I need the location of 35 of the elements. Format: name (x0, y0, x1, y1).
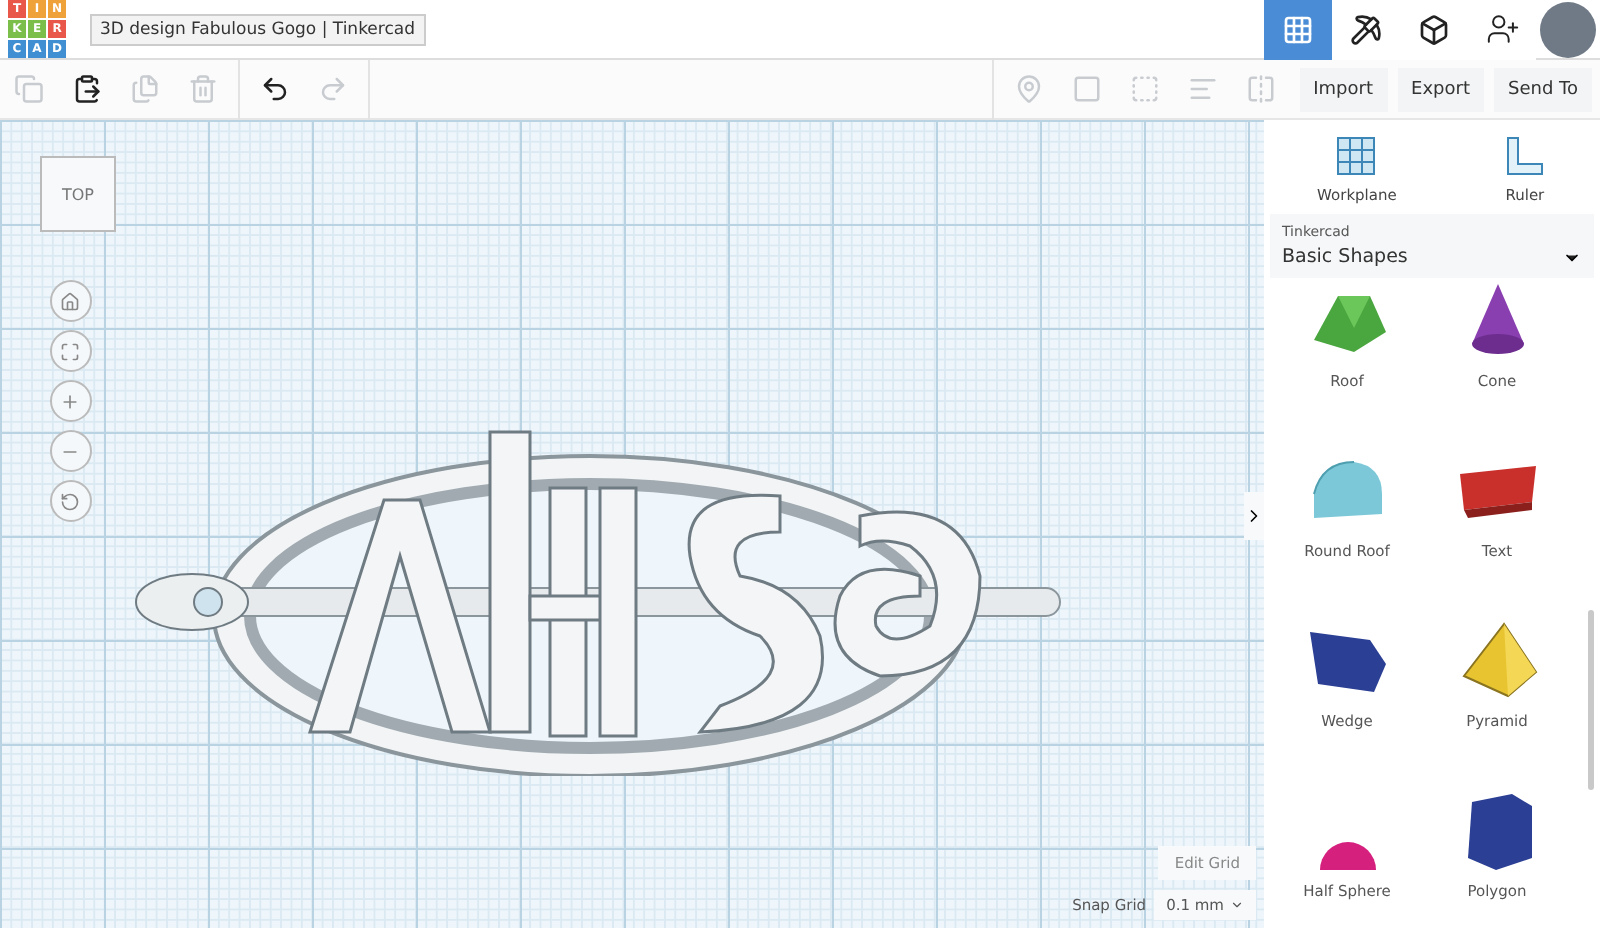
fit-button[interactable] (49, 330, 91, 372)
avatar[interactable] (1540, 1, 1596, 57)
square-icon (1129, 74, 1160, 104)
ruler-icon (1502, 134, 1547, 178)
add-user-icon (1485, 12, 1519, 46)
duplicate-icon (130, 74, 160, 104)
action-button[interactable]: Import (1299, 67, 1388, 111)
pin-icon (1013, 74, 1044, 104)
undo-icon (260, 74, 290, 104)
scrollbar[interactable] (1588, 610, 1594, 790)
redo-icon (318, 74, 348, 104)
view-cube[interactable]: TOP (40, 156, 116, 232)
tab-tooltip: 3D design Fabulous Gogo | Tinkercad (90, 13, 425, 45)
pickaxe-icon (1350, 13, 1382, 45)
fit-icon (60, 341, 80, 361)
copy-icon (14, 74, 44, 104)
zoom-in-button[interactable] (49, 380, 91, 422)
collapse-panel-button[interactable] (1244, 492, 1264, 540)
rotate-icon (60, 491, 80, 511)
trash-icon (188, 74, 218, 104)
mirror-icon (1245, 74, 1276, 104)
workplane-icon (1334, 134, 1379, 178)
zoom-out-button[interactable] (49, 430, 91, 472)
align-icon (1187, 74, 1218, 104)
grid-icon (1282, 13, 1314, 45)
library-value: Basic Shapes (1282, 246, 1408, 268)
paste-icon (72, 74, 102, 104)
home-button[interactable] (49, 280, 91, 322)
shape-icon (1071, 74, 1102, 104)
action-button[interactable]: Send To (1493, 67, 1592, 111)
plus-icon (60, 391, 80, 411)
caret-icon (1230, 898, 1244, 912)
rotate-button[interactable] (49, 480, 91, 522)
action-button[interactable]: Export (1397, 67, 1484, 111)
home-icon (60, 291, 80, 311)
